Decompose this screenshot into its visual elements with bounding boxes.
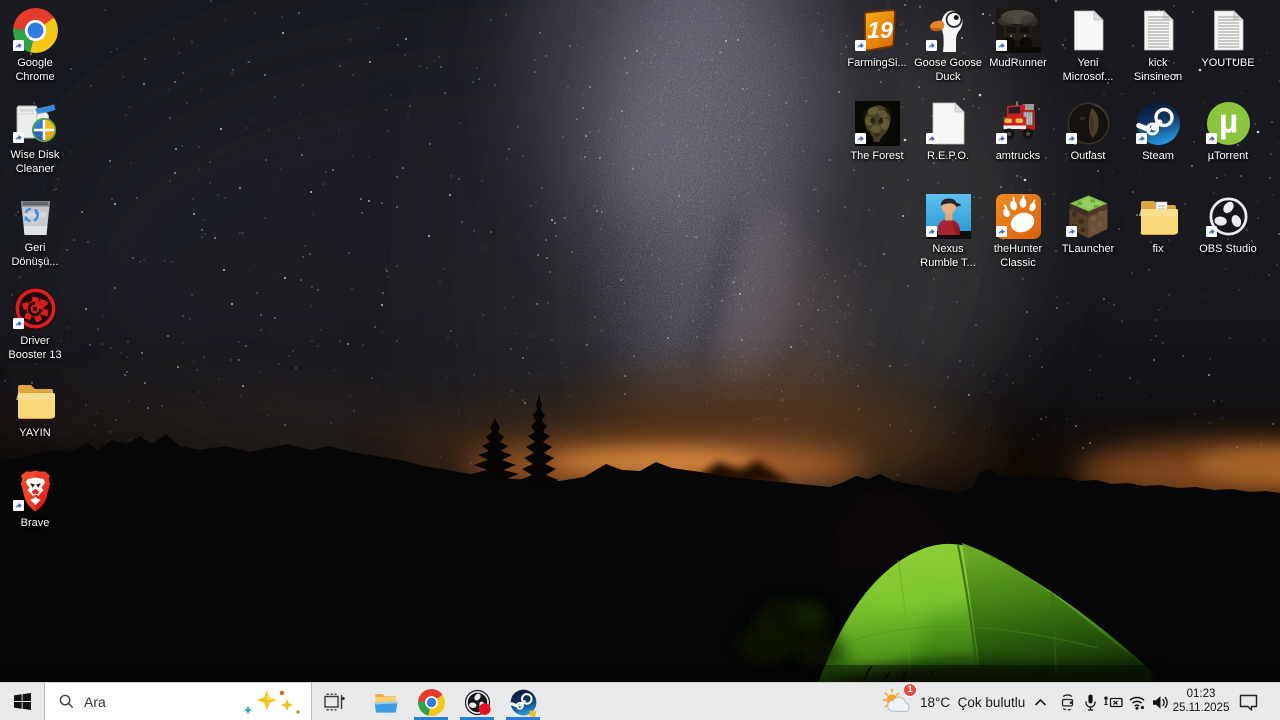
svg-text:19: 19	[867, 17, 893, 43]
svg-text:µ: µ	[1218, 103, 1238, 141]
